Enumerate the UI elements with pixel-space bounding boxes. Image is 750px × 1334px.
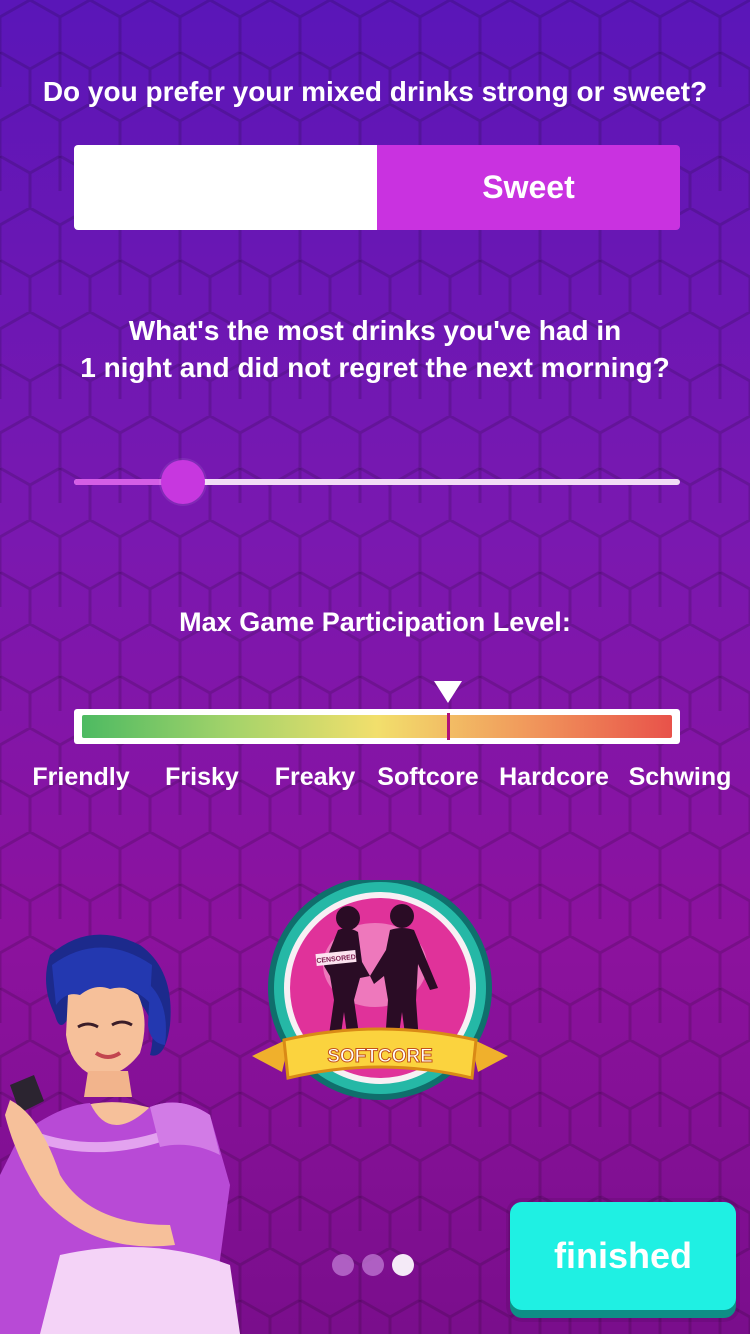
participation-level-title: Max Game Participation Level: (179, 607, 571, 637)
level-marker (446, 713, 450, 740)
slider-thumb[interactable] (161, 460, 206, 504)
level-labels: Friendly Frisky Freaky Softcore Hardcore… (0, 763, 750, 797)
page-dot-2[interactable] (362, 1254, 384, 1276)
most-drinks-question-line1: What's the most drinks you've had in (128, 315, 622, 346)
level-label-frisky[interactable]: Frisky (165, 763, 239, 792)
badge-label: SOFTCORE (327, 1046, 433, 1067)
finished-button-label: finished (510, 1202, 736, 1310)
strong-option[interactable] (74, 145, 377, 230)
level-gradient (82, 715, 672, 738)
level-label-schwing[interactable]: Schwing (629, 763, 732, 792)
softcore-badge-icon: CENSORED SOFTCORE (252, 880, 508, 1100)
drink-preference-question: Do you prefer your mixed drinks strong o… (42, 76, 708, 107)
page-dot-1[interactable] (332, 1254, 354, 1276)
level-label-friendly[interactable]: Friendly (32, 763, 129, 792)
finished-button[interactable]: finished (510, 1202, 736, 1318)
participation-level-bar[interactable] (74, 709, 680, 744)
level-label-freaky[interactable]: Freaky (275, 763, 356, 792)
most-drinks-question: What's the most drinks you've had in 1 n… (0, 312, 750, 386)
level-label-softcore[interactable]: Softcore (377, 763, 478, 792)
most-drinks-question-line2: 1 night and did not regret the next morn… (80, 352, 670, 383)
page-dot-3[interactable] (392, 1254, 414, 1276)
page-indicator (332, 1254, 414, 1276)
sweet-option[interactable]: Sweet (377, 145, 680, 230)
strong-sweet-toggle[interactable]: Sweet (74, 145, 680, 230)
level-pointer-icon[interactable] (433, 681, 462, 703)
level-label-hardcore[interactable]: Hardcore (499, 763, 609, 792)
woman-with-phone-illustration (0, 934, 240, 1334)
drinks-slider[interactable] (74, 460, 680, 504)
